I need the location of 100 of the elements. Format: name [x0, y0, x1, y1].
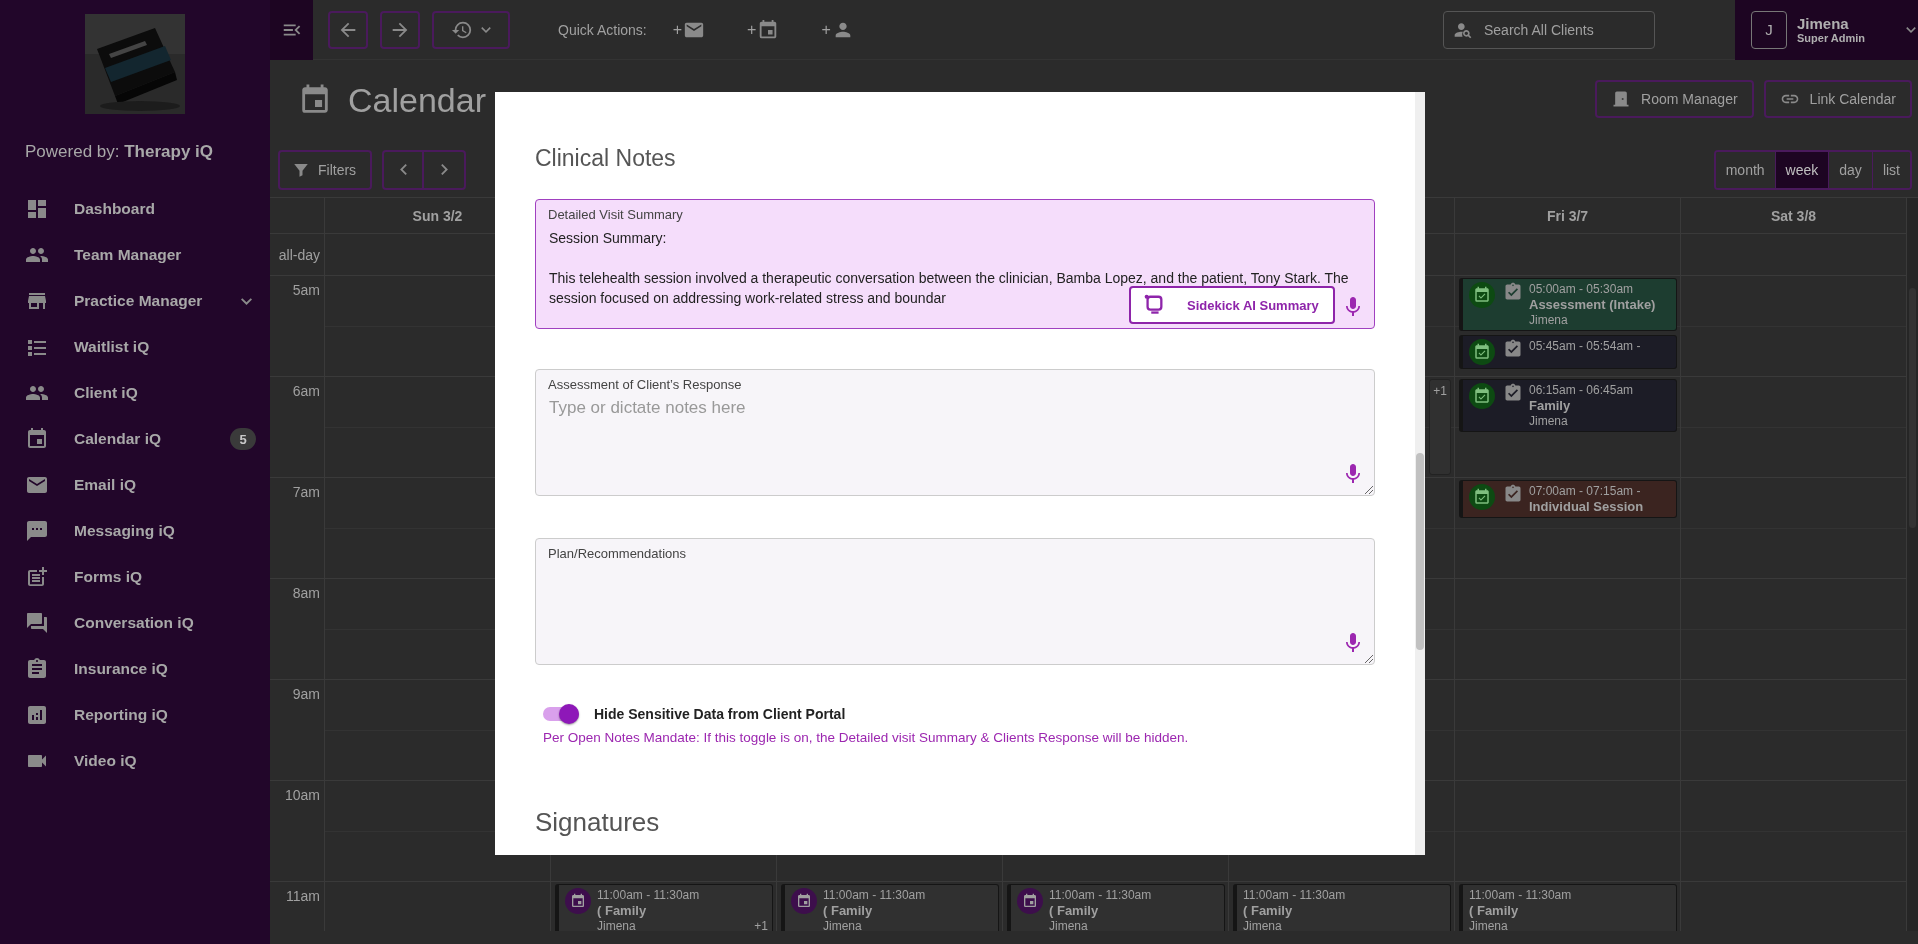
- scrollbar[interactable]: [1415, 92, 1425, 855]
- sidebar-item[interactable]: Messaging iQ: [0, 508, 270, 554]
- mandate-note: Per Open Notes Mandate: If this toggle is on, the Detailed visit Summary & Clients Response will be hidden.: [543, 730, 1190, 745]
- sidebar-item[interactable]: Dashboard: [0, 186, 270, 232]
- event-card[interactable]: 06:15am - 06:45am Family Jimena: [1459, 379, 1677, 432]
- page-title: Calendar: [348, 80, 486, 120]
- event-time: 07:00am - 07:15am -: [1529, 484, 1642, 498]
- view-tab[interactable]: week: [1774, 151, 1829, 188]
- sidebar-item[interactable]: Reporting iQ: [0, 692, 270, 738]
- event-card[interactable]: 11:00am - 11:30am ( Family Jimena: [1459, 884, 1677, 931]
- clipboard-check-icon: [1503, 383, 1523, 403]
- calendar-check-icon: [1469, 383, 1495, 409]
- quick-actions-label: Quick Actions:: [558, 21, 647, 38]
- caret-icon: [481, 26, 491, 33]
- event-time: 05:45am - 05:54am -: [1529, 339, 1641, 353]
- event-client: Jimena: [1243, 919, 1283, 931]
- field-label: Detailed Visit Summary: [548, 207, 683, 222]
- event-title: ( Family: [597, 903, 648, 918]
- event-time: 05:00am - 05:30am: [1529, 282, 1635, 296]
- user-role: Super Admin: [1797, 32, 1866, 44]
- event-title: ( Family: [1243, 903, 1294, 918]
- section-title: Signatures: [535, 807, 661, 838]
- menu-button[interactable]: [270, 0, 313, 60]
- resize-handle-icon[interactable]: [1365, 486, 1373, 494]
- event-time: 11:00am - 11:30am: [597, 888, 700, 902]
- sidebar-item[interactable]: Calendar iQ 5: [0, 416, 270, 462]
- event-card[interactable]: 11:00am - 11:30am ( Family Jimena: [1007, 884, 1225, 931]
- clipboard-check-icon: [1503, 484, 1523, 504]
- sidebar-item[interactable]: Email iQ: [0, 462, 270, 508]
- forward-button[interactable]: [380, 10, 420, 49]
- event-time: 11:00am - 11:30am: [1243, 888, 1346, 902]
- event-time: 11:00am - 11:30am: [1049, 888, 1152, 902]
- event-time: 06:15am - 06:45am: [1529, 383, 1634, 397]
- clipboard-check-icon: [1503, 282, 1523, 302]
- sidebar-item[interactable]: Conversation iQ: [0, 600, 270, 646]
- event-card[interactable]: 11:00am - 11:30am ( Family Jimena +1: [555, 884, 773, 931]
- event-client: Jimena: [597, 919, 637, 931]
- event-title: ( Family: [823, 903, 874, 918]
- event-title: ( Family: [1049, 903, 1100, 918]
- clipboard-icon: [25, 657, 49, 681]
- robot-icon: [1143, 294, 1165, 316]
- sidebar-item[interactable]: Forms iQ: [0, 554, 270, 600]
- dashboard-icon: [25, 197, 49, 221]
- event-time: 11:00am - 11:30am: [1469, 888, 1572, 902]
- event-client: Jimena: [1469, 919, 1509, 931]
- sidebar-item[interactable]: Practice Manager: [0, 278, 270, 324]
- back-button[interactable]: [328, 10, 368, 49]
- resize-handle-icon[interactable]: [1365, 655, 1373, 663]
- ai-summary-button[interactable]: Sidekick AI Summary: [1129, 286, 1335, 324]
- event-card[interactable]: 05:00am - 05:30am Assessment (Intake) Jimena: [1459, 278, 1677, 331]
- more-events-badge[interactable]: +1: [1429, 379, 1451, 475]
- sidebar-item[interactable]: Team Manager: [0, 232, 270, 278]
- event-card[interactable]: 11:00am - 11:30am ( Family Jimena: [781, 884, 999, 931]
- calendar-icon: [1017, 888, 1043, 914]
- event-card[interactable]: 05:45am - 05:54am -: [1459, 335, 1677, 369]
- event-card[interactable]: 11:00am - 11:30am ( Family Jimena: [1233, 884, 1451, 931]
- event-card[interactable]: 07:00am - 07:15am - Individual Session: [1459, 480, 1677, 518]
- notes-field[interactable]: [535, 538, 1375, 665]
- calendar-icon: [25, 427, 49, 451]
- sidebar-item[interactable]: Video iQ: [0, 738, 270, 784]
- user-menu[interactable]: J Jimena Super Admin: [1735, 0, 1918, 60]
- event-client: Jimena: [1529, 414, 1569, 428]
- all-day-label: all-day: [270, 234, 325, 276]
- sidebar-item[interactable]: Insurance iQ: [0, 646, 270, 692]
- chat-bubble-icon: [25, 519, 49, 543]
- calendar-icon: [565, 888, 591, 914]
- toggle-switch[interactable]: [543, 704, 579, 724]
- toggle-label: Hide Sensitive Data from Client Portal: [594, 706, 846, 722]
- header-button[interactable]: Room Manager: [1595, 80, 1754, 118]
- user-name: Jimena: [1797, 15, 1850, 32]
- event-title: Assessment (Intake): [1529, 297, 1656, 312]
- chat-bubbles-icon: [25, 611, 49, 635]
- filters-button[interactable]: Filters: [278, 149, 373, 190]
- view-tab[interactable]: list: [1871, 151, 1910, 188]
- event-time: 11:00am - 11:30am: [823, 888, 926, 902]
- bar-chart-icon: [25, 703, 49, 727]
- chevron-right-icon: [440, 164, 448, 175]
- header-button[interactable]: Link Calendar: [1763, 80, 1912, 118]
- event-client: Jimena: [1529, 313, 1569, 327]
- chevron-down-icon: [241, 297, 252, 305]
- quick-action-button[interactable]: +: [743, 18, 784, 41]
- form-icon: [25, 565, 49, 589]
- history-button[interactable]: [432, 10, 510, 49]
- day-header: Fri 3/7: [1455, 198, 1681, 234]
- calendar-check-icon: [1469, 484, 1495, 510]
- section-title: Clinical Notes: [535, 145, 677, 172]
- sidebar-item[interactable]: Client iQ: [0, 370, 270, 416]
- powered-by-text: Powered by: Therapy iQ: [25, 142, 215, 162]
- search-field[interactable]: Search All Clients: [1443, 10, 1655, 49]
- field-label: Assessment of Client’s Response: [548, 377, 742, 392]
- more-events-link[interactable]: +1: [754, 919, 768, 931]
- quick-action-button[interactable]: +: [668, 18, 710, 41]
- event-title: Family: [1529, 398, 1572, 413]
- quick-action-button[interactable]: +: [817, 18, 858, 41]
- field-label: Plan/Recommendations: [548, 546, 687, 561]
- clipboard-check-icon: [1503, 339, 1523, 359]
- sidebar-item[interactable]: Waitlist iQ: [0, 324, 270, 370]
- door-icon: [1611, 89, 1632, 109]
- count-badge: 5: [230, 428, 256, 450]
- caret-icon: [1906, 26, 1916, 33]
